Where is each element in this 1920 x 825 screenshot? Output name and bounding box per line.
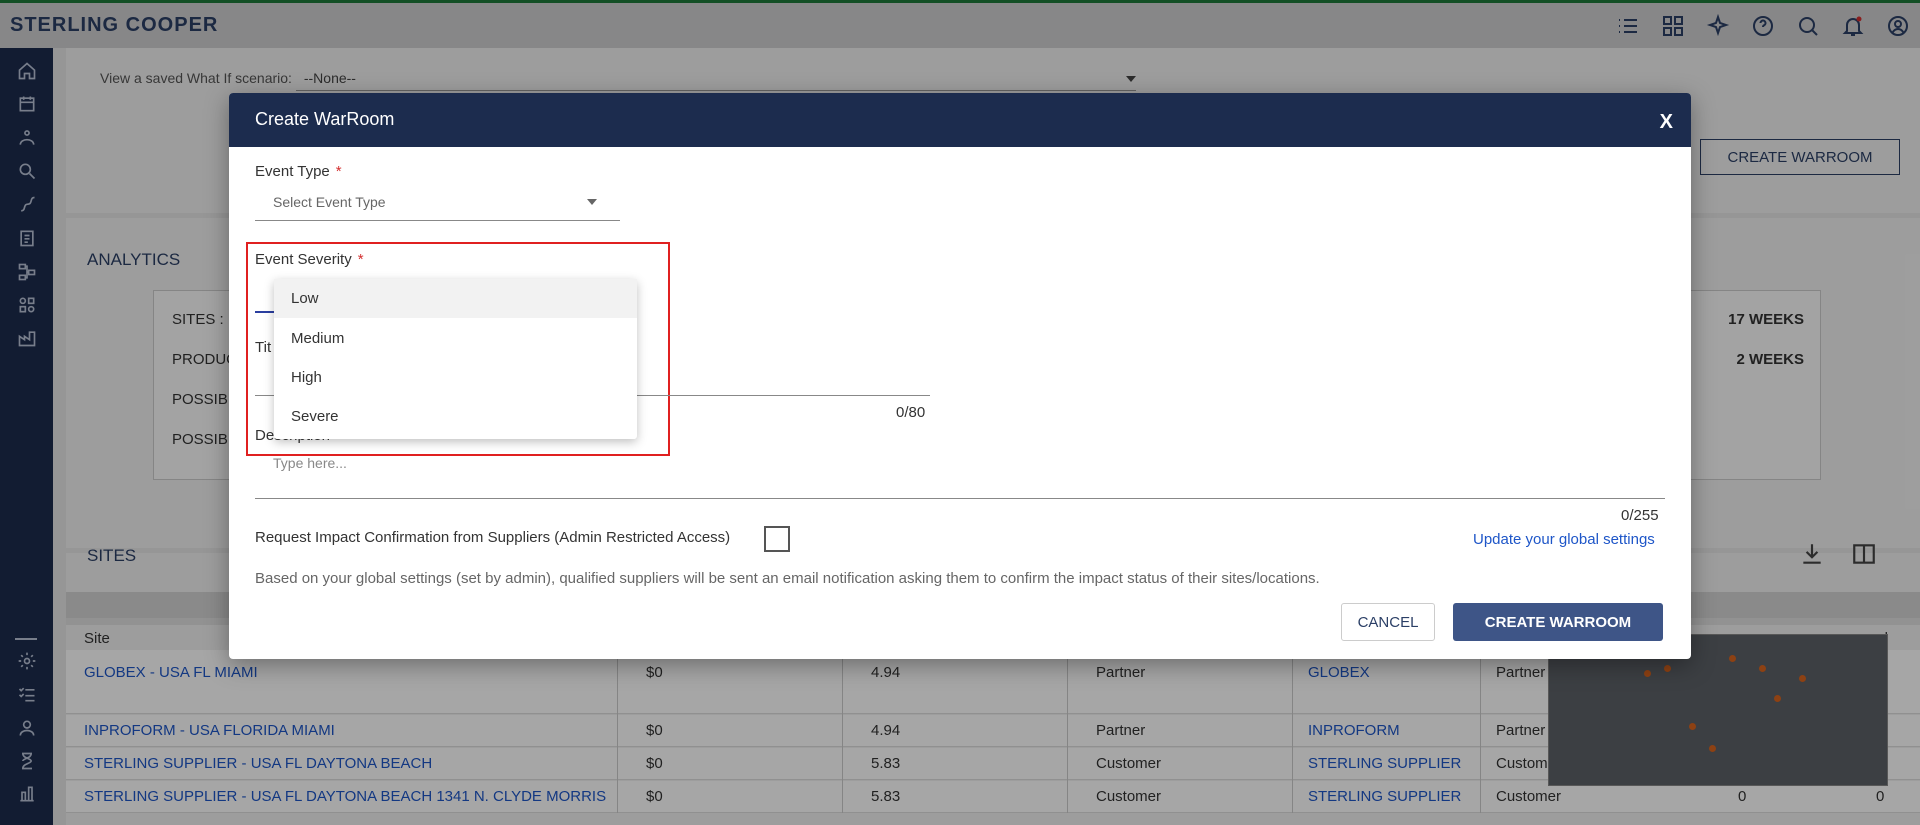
severity-option-high[interactable]: High (274, 358, 637, 397)
severity-option-severe[interactable]: Severe (274, 397, 637, 436)
cancel-button[interactable]: CANCEL (1341, 603, 1435, 641)
required-mark: * (335, 163, 342, 180)
title-counter: 0/80 (896, 404, 926, 421)
severity-dropdown: Low Medium High Severe (274, 279, 637, 439)
description-underline (255, 498, 1665, 499)
description-counter: 0/255 (1621, 507, 1659, 524)
description-input[interactable]: Type here... (273, 455, 347, 471)
create-warroom-dialog: Create WarRoom X Event Type * Select Even… (229, 93, 1691, 659)
event-severity-underline (255, 311, 275, 313)
global-settings-link[interactable]: Update your global settings (1473, 531, 1655, 548)
event-type-underline (255, 220, 620, 221)
impact-confirmation-checkbox[interactable] (764, 526, 790, 552)
create-warroom-button[interactable]: CREATE WARROOM (1453, 603, 1663, 641)
severity-option-low[interactable]: Low (274, 279, 637, 318)
dialog-header: Create WarRoom X (229, 93, 1691, 147)
event-severity-label-text: Event Severity (255, 251, 352, 268)
close-button[interactable]: X (1660, 111, 1673, 134)
event-type-label-text: Event Type (255, 163, 330, 180)
impact-confirmation-label: Request Impact Confirmation from Supplie… (255, 529, 731, 546)
global-settings-note: Based on your global settings (set by ad… (255, 570, 1320, 587)
chevron-down-icon[interactable] (587, 199, 597, 205)
event-type-select[interactable]: Select Event Type (273, 194, 386, 210)
dialog-title: Create WarRoom (255, 109, 395, 129)
event-severity-label: Event Severity * (255, 251, 364, 268)
severity-option-medium[interactable]: Medium (274, 319, 637, 358)
required-mark: * (357, 251, 364, 268)
title-label: Tit (255, 339, 272, 356)
event-type-label: Event Type * (255, 163, 342, 180)
